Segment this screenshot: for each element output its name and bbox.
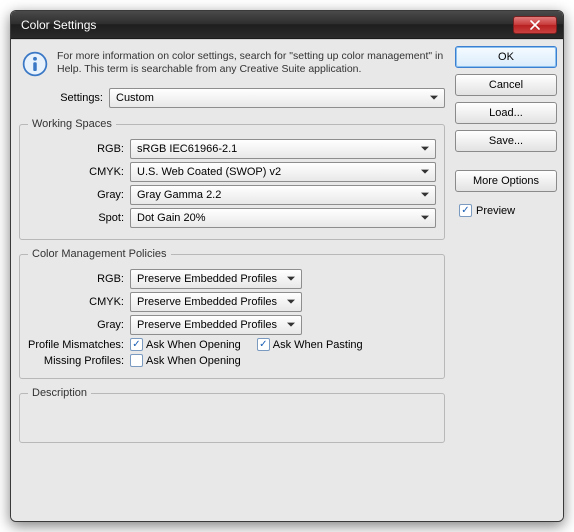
description-group: Description <box>19 387 445 443</box>
pol-cmyk-combo[interactable]: Preserve Embedded Profiles <box>130 292 302 312</box>
mismatch-label: Profile Mismatches: <box>28 339 124 351</box>
pol-cmyk-label: CMYK: <box>28 296 124 308</box>
pol-gray-combo[interactable]: Preserve Embedded Profiles <box>130 315 302 335</box>
cancel-button[interactable]: Cancel <box>455 74 557 96</box>
mismatch-opening-checkbox[interactable]: ✓ <box>130 338 143 351</box>
ws-gray-label: Gray: <box>28 189 124 201</box>
info-row: For more information on color settings, … <box>17 46 447 84</box>
ws-cmyk-label: CMYK: <box>28 166 124 178</box>
left-column: For more information on color settings, … <box>17 46 447 515</box>
settings-label: Settings: <box>19 92 103 104</box>
color-settings-dialog: Color Settings For more information on c… <box>10 10 564 522</box>
pol-rgb-label: RGB: <box>28 273 124 285</box>
description-legend: Description <box>28 387 91 399</box>
ws-spot-combo[interactable]: Dot Gain 20% <box>130 208 436 228</box>
pol-gray-label: Gray: <box>28 319 124 331</box>
save-button[interactable]: Save... <box>455 130 557 152</box>
info-icon <box>21 50 49 78</box>
close-button[interactable] <box>513 16 557 34</box>
ws-spot-value: Dot Gain 20% <box>137 212 205 224</box>
ws-cmyk-combo[interactable]: U.S. Web Coated (SWOP) v2 <box>130 162 436 182</box>
pol-rgb-combo[interactable]: Preserve Embedded Profiles <box>130 269 302 289</box>
close-icon <box>530 20 540 30</box>
right-column: OK Cancel Load... Save... More Options ✓… <box>447 46 557 515</box>
working-spaces-legend: Working Spaces <box>28 118 116 130</box>
policies-legend: Color Management Policies <box>28 248 171 260</box>
settings-row: Settings: Custom <box>17 88 447 112</box>
ws-rgb-combo[interactable]: sRGB IEC61966-2.1 <box>130 139 436 159</box>
policies-group: Color Management Policies RGB: Preserve … <box>19 248 445 379</box>
pol-gray-value: Preserve Embedded Profiles <box>137 319 277 331</box>
missing-opening-checkbox[interactable] <box>130 354 143 367</box>
more-options-button[interactable]: More Options <box>455 170 557 192</box>
mismatch-opening-label: Ask When Opening <box>146 339 241 351</box>
working-spaces-group: Working Spaces RGB: sRGB IEC61966-2.1 CM… <box>19 118 445 240</box>
mismatch-pasting-label: Ask When Pasting <box>273 339 363 351</box>
client-area: For more information on color settings, … <box>11 39 563 521</box>
ws-gray-value: Gray Gamma 2.2 <box>137 189 221 201</box>
window-title: Color Settings <box>21 18 513 32</box>
info-text: For more information on color settings, … <box>57 50 445 78</box>
preview-checkbox[interactable]: ✓ <box>459 204 472 217</box>
pol-cmyk-value: Preserve Embedded Profiles <box>137 296 277 308</box>
ws-rgb-label: RGB: <box>28 143 124 155</box>
load-button[interactable]: Load... <box>455 102 557 124</box>
titlebar: Color Settings <box>11 11 563 39</box>
settings-combo[interactable]: Custom <box>109 88 445 108</box>
ws-cmyk-value: U.S. Web Coated (SWOP) v2 <box>137 166 281 178</box>
pol-rgb-value: Preserve Embedded Profiles <box>137 273 277 285</box>
ok-button[interactable]: OK <box>455 46 557 68</box>
ws-rgb-value: sRGB IEC61966-2.1 <box>137 143 237 155</box>
ws-gray-combo[interactable]: Gray Gamma 2.2 <box>130 185 436 205</box>
missing-opening-label: Ask When Opening <box>146 355 241 367</box>
preview-label: Preview <box>476 205 515 217</box>
mismatch-pasting-checkbox[interactable]: ✓ <box>257 338 270 351</box>
preview-row: ✓ Preview <box>455 204 557 217</box>
settings-value: Custom <box>116 92 154 104</box>
missing-label: Missing Profiles: <box>28 355 124 367</box>
ws-spot-label: Spot: <box>28 212 124 224</box>
